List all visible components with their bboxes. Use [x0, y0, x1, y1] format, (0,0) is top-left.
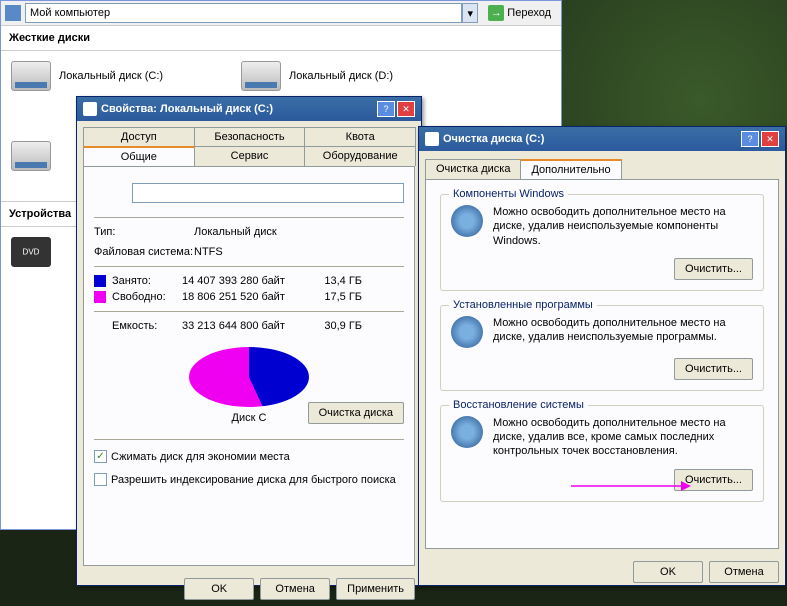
index-label: Разрешить индексирование диска для быстр…: [111, 474, 396, 486]
group-title: Компоненты Windows: [449, 188, 568, 200]
ok-button[interactable]: OK: [184, 578, 254, 600]
arrow-right-icon: →: [488, 5, 504, 21]
tab-general[interactable]: Общие: [83, 146, 195, 166]
capacity-gb: 30,9 ГБ: [312, 320, 362, 332]
tab-quota[interactable]: Квота: [304, 127, 416, 146]
tab-security[interactable]: Безопасность: [194, 127, 306, 146]
group-system-restore: Восстановление системы Можно освободить …: [440, 405, 764, 502]
hdd-icon: [11, 61, 51, 91]
address-field[interactable]: Мой компьютер: [25, 3, 462, 23]
fs-value: NTFS: [194, 246, 223, 258]
dvd-icon: [11, 237, 51, 267]
tab-service[interactable]: Сервис: [194, 146, 306, 166]
cancel-button[interactable]: Отмена: [260, 578, 330, 600]
window-title: Очистка диска (C:): [443, 133, 544, 145]
used-bytes: 14 407 393 280 байт: [182, 275, 312, 287]
tab-access[interactable]: Доступ: [83, 127, 195, 146]
disk-cleanup-dialog: Очистка диска (C:) ? ✕ Очистка диска Доп…: [418, 126, 786, 586]
apply-button[interactable]: Применить: [336, 578, 415, 600]
ok-button[interactable]: OK: [633, 561, 703, 583]
clean-components-button[interactable]: Очистить...: [674, 258, 753, 280]
address-dropdown[interactable]: ▾: [462, 3, 478, 23]
group-windows-components: Компоненты Windows Можно освободить допо…: [440, 194, 764, 291]
tab-hardware[interactable]: Оборудование: [304, 146, 416, 166]
free-gb: 17,5 ГБ: [312, 291, 362, 303]
free-color-icon: [94, 291, 106, 303]
group-text: Можно освободить дополнительное место на…: [493, 316, 753, 345]
type-value: Локальный диск: [194, 226, 277, 238]
title-bar: Очистка диска (C:) ? ✕: [419, 127, 785, 151]
address-bar: Мой компьютер ▾ → Переход: [1, 1, 561, 26]
cancel-button[interactable]: Отмена: [709, 561, 779, 583]
compress-checkbox[interactable]: ✓: [94, 450, 107, 463]
usage-pie-chart: [189, 347, 309, 407]
help-button[interactable]: ?: [741, 131, 759, 147]
go-button[interactable]: → Переход: [482, 3, 557, 23]
index-checkbox[interactable]: [94, 473, 107, 486]
clean-restore-button[interactable]: Очистить...: [674, 469, 753, 491]
programs-icon: [451, 316, 483, 348]
close-button[interactable]: ✕: [761, 131, 779, 147]
free-label: Свободно:: [112, 291, 182, 303]
fs-label: Файловая система:: [94, 246, 194, 258]
drive-label: Локальный диск (D:): [289, 70, 393, 82]
drive-label: Локальный диск (C:): [59, 70, 163, 82]
volume-name-input[interactable]: [132, 183, 404, 203]
drive-d[interactable]: Локальный диск (D:): [241, 61, 441, 91]
group-title: Восстановление системы: [449, 399, 588, 411]
section-header-hdd: Жесткие диски: [1, 26, 561, 51]
restore-icon: [451, 416, 483, 448]
window-title: Свойства: Локальный диск (C:): [101, 103, 273, 115]
drive-c[interactable]: Локальный диск (C:): [11, 61, 211, 91]
computer-icon: [5, 5, 21, 21]
drive-large-icon: [94, 177, 122, 209]
cleanup-icon: [425, 132, 439, 146]
group-text: Можно освободить дополнительное место на…: [493, 416, 753, 459]
properties-dialog: Свойства: Локальный диск (C:) ? ✕ Доступ…: [76, 96, 422, 586]
tab-advanced[interactable]: Дополнительно: [520, 159, 621, 179]
group-installed-programs: Установленные программы Можно освободить…: [440, 305, 764, 391]
tab-row-1: Доступ Безопасность Квота: [77, 121, 421, 146]
used-gb: 13,4 ГБ: [312, 275, 362, 287]
dialog-buttons: OK Отмена: [419, 555, 785, 589]
group-title: Установленные программы: [449, 299, 597, 311]
dialog-buttons: OK Отмена Применить: [77, 572, 421, 606]
used-color-icon: [94, 275, 106, 287]
title-bar: Свойства: Локальный диск (C:) ? ✕: [77, 97, 421, 121]
components-icon: [451, 205, 483, 237]
free-bytes: 18 806 251 520 байт: [182, 291, 312, 303]
hdd-icon: [11, 141, 51, 171]
compress-label: Сжимать диск для экономии места: [111, 451, 290, 463]
tab-content-general: Тип:Локальный диск Файловая система:NTFS…: [83, 166, 415, 566]
capacity-label: Емкость:: [112, 320, 182, 332]
group-text: Можно освободить дополнительное место на…: [493, 205, 753, 248]
clean-programs-button[interactable]: Очистить...: [674, 358, 753, 380]
tabs: Очистка диска Дополнительно: [419, 151, 785, 179]
disk-cleanup-button[interactable]: Очистка диска: [308, 402, 404, 424]
type-label: Тип:: [94, 226, 194, 238]
close-button[interactable]: ✕: [397, 101, 415, 117]
used-label: Занято:: [112, 275, 182, 287]
hdd-icon: [241, 61, 281, 91]
tab-content-advanced: Компоненты Windows Можно освободить допо…: [425, 179, 779, 549]
go-label: Переход: [507, 7, 551, 19]
drive-icon: [83, 102, 97, 116]
tab-cleanup[interactable]: Очистка диска: [425, 159, 521, 179]
tab-row-2: Общие Сервис Оборудование: [77, 146, 421, 166]
help-button[interactable]: ?: [377, 101, 395, 117]
capacity-bytes: 33 213 644 800 байт: [182, 320, 312, 332]
